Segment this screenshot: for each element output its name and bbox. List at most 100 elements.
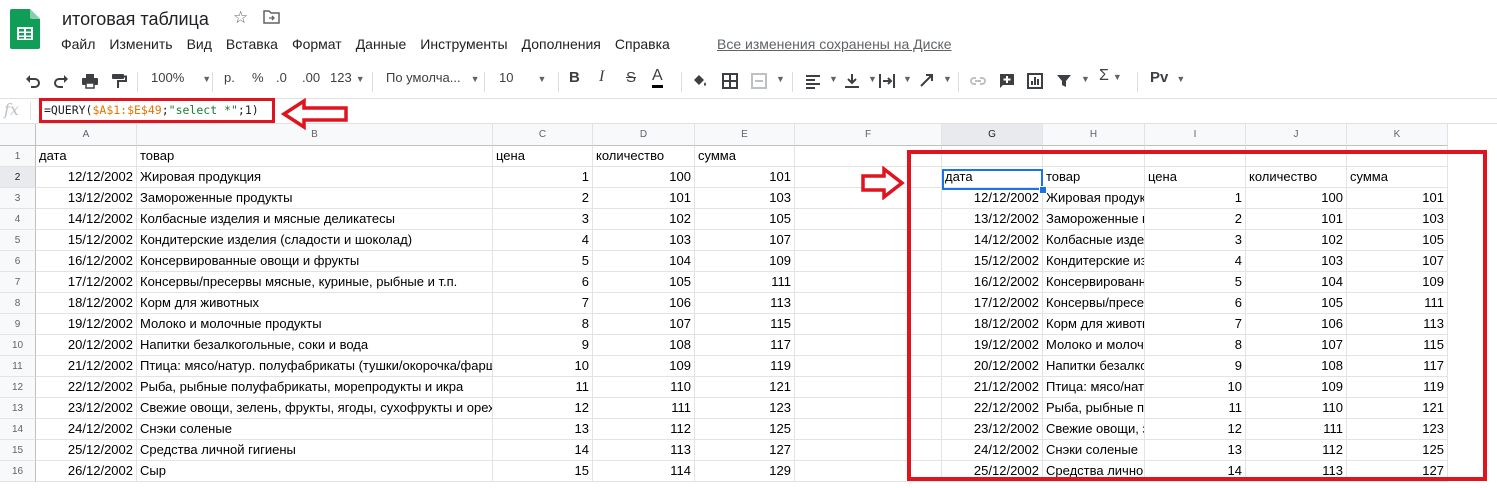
- increase-decimal-button[interactable]: .00: [302, 70, 320, 85]
- row-header[interactable]: 7: [0, 272, 36, 293]
- data-cell[interactable]: 103: [695, 188, 795, 209]
- menu-insert[interactable]: Вставка: [226, 36, 278, 52]
- insert-link-icon[interactable]: [969, 72, 987, 90]
- data-cell[interactable]: Свежие овощи, зелень, фрукты, ягоды, сух…: [137, 398, 493, 419]
- column-header-h[interactable]: H: [1043, 124, 1145, 146]
- save-status-link[interactable]: Все изменения сохранены на Диске: [717, 36, 952, 52]
- header-cell[interactable]: сумма: [695, 146, 795, 167]
- data-cell[interactable]: 14/12/2002: [36, 209, 137, 230]
- data-cell[interactable]: 114: [593, 461, 695, 482]
- column-header-j[interactable]: J: [1246, 124, 1347, 146]
- functions-button[interactable]: Σ ▼: [1099, 67, 1122, 85]
- font-select[interactable]: По умолча... ▼: [386, 70, 479, 85]
- merge-cells-icon[interactable]: [750, 72, 768, 90]
- data-cell[interactable]: 14: [493, 440, 593, 461]
- bold-button[interactable]: B: [569, 69, 580, 86]
- menu-addons[interactable]: Дополнения: [522, 36, 601, 52]
- star-icon[interactable]: ☆: [233, 8, 248, 28]
- data-cell[interactable]: Консервированные овощи и фрукты: [137, 251, 493, 272]
- data-cell[interactable]: 109: [695, 251, 795, 272]
- row-header[interactable]: 10: [0, 335, 36, 356]
- data-cell[interactable]: 12: [493, 398, 593, 419]
- data-cell[interactable]: 111: [695, 272, 795, 293]
- redo-icon[interactable]: [52, 72, 70, 90]
- undo-icon[interactable]: [24, 72, 42, 90]
- data-cell[interactable]: 129: [695, 461, 795, 482]
- percent-format-button[interactable]: %: [252, 70, 264, 85]
- data-cell[interactable]: 15: [493, 461, 593, 482]
- column-header-g[interactable]: G: [942, 124, 1043, 146]
- row-header[interactable]: 14: [0, 419, 36, 440]
- data-cell[interactable]: 115: [695, 314, 795, 335]
- menu-data[interactable]: Данные: [356, 36, 407, 52]
- column-header-i[interactable]: I: [1145, 124, 1246, 146]
- text-wrap-icon[interactable]: [878, 72, 896, 90]
- data-cell[interactable]: 103: [593, 230, 695, 251]
- data-cell[interactable]: 104: [593, 251, 695, 272]
- row-header[interactable]: 13: [0, 398, 36, 419]
- data-cell[interactable]: 117: [695, 335, 795, 356]
- strikethrough-button[interactable]: S: [626, 69, 636, 86]
- data-cell[interactable]: Снэки соленые: [137, 419, 493, 440]
- row-header[interactable]: 5: [0, 230, 36, 251]
- column-header-f[interactable]: F: [795, 124, 942, 146]
- data-cell[interactable]: Напитки безалкогольные, соки и вода: [137, 335, 493, 356]
- data-cell[interactable]: 110: [593, 377, 695, 398]
- header-cell[interactable]: дата: [36, 146, 137, 167]
- insert-comment-icon[interactable]: [998, 72, 1016, 90]
- decrease-decimal-button[interactable]: .0: [276, 70, 287, 85]
- row-header[interactable]: 12: [0, 377, 36, 398]
- text-color-button[interactable]: A: [652, 67, 663, 88]
- text-rotation-icon[interactable]: [918, 72, 936, 90]
- menu-tools[interactable]: Инструменты: [420, 36, 507, 52]
- data-cell[interactable]: 11: [493, 377, 593, 398]
- row-header[interactable]: 11: [0, 356, 36, 377]
- data-cell[interactable]: 113: [695, 293, 795, 314]
- data-cell[interactable]: Кондитерские изделия (сладости и шоколад…: [137, 230, 493, 251]
- data-cell[interactable]: 125: [695, 419, 795, 440]
- data-cell[interactable]: Корм для животных: [137, 293, 493, 314]
- column-header-d[interactable]: D: [593, 124, 695, 146]
- move-folder-icon[interactable]: [263, 10, 280, 24]
- data-cell[interactable]: 1: [493, 167, 593, 188]
- row-header[interactable]: 4: [0, 209, 36, 230]
- more-formats-button[interactable]: 123 ▼: [330, 70, 365, 85]
- data-cell[interactable]: 12/12/2002: [36, 167, 137, 188]
- data-cell[interactable]: Молоко и молочные продукты: [137, 314, 493, 335]
- row-header[interactable]: 9: [0, 314, 36, 335]
- italic-button[interactable]: I: [599, 68, 604, 86]
- data-cell[interactable]: 4: [493, 230, 593, 251]
- data-cell[interactable]: 123: [695, 398, 795, 419]
- data-cell[interactable]: 111: [593, 398, 695, 419]
- paint-format-icon[interactable]: [109, 72, 127, 90]
- data-cell[interactable]: Колбасные изделия и мясные деликатесы: [137, 209, 493, 230]
- data-cell[interactable]: 25/12/2002: [36, 440, 137, 461]
- row-header[interactable]: 2: [0, 167, 36, 188]
- column-header-k[interactable]: K: [1347, 124, 1448, 146]
- data-cell[interactable]: 109: [593, 356, 695, 377]
- data-cell[interactable]: 113: [593, 440, 695, 461]
- borders-icon[interactable]: [721, 72, 739, 90]
- data-cell[interactable]: 100: [593, 167, 695, 188]
- data-cell[interactable]: Птица: мясо/натур. полуфабрикаты (тушки/…: [137, 356, 493, 377]
- fill-handle[interactable]: [1039, 186, 1047, 194]
- data-cell[interactable]: 15/12/2002: [36, 230, 137, 251]
- data-cell[interactable]: Замороженные продукты: [137, 188, 493, 209]
- data-cell[interactable]: 20/12/2002: [36, 335, 137, 356]
- input-tools-button[interactable]: Pv ▼: [1150, 69, 1185, 86]
- data-cell[interactable]: 105: [593, 272, 695, 293]
- menu-view[interactable]: Вид: [187, 36, 212, 52]
- data-cell[interactable]: 24/12/2002: [36, 419, 137, 440]
- sheets-logo-icon[interactable]: [10, 9, 40, 49]
- insert-chart-icon[interactable]: [1026, 72, 1044, 90]
- data-cell[interactable]: 13: [493, 419, 593, 440]
- data-cell[interactable]: 13/12/2002: [36, 188, 137, 209]
- zoom-select[interactable]: 100% ▼: [151, 70, 211, 85]
- row-header[interactable]: 6: [0, 251, 36, 272]
- vertical-align-icon[interactable]: [843, 72, 861, 90]
- row-header[interactable]: 1: [0, 146, 36, 167]
- data-cell[interactable]: 2: [493, 188, 593, 209]
- data-cell[interactable]: 18/12/2002: [36, 293, 137, 314]
- data-cell[interactable]: 102: [593, 209, 695, 230]
- select-all-corner[interactable]: [0, 124, 36, 146]
